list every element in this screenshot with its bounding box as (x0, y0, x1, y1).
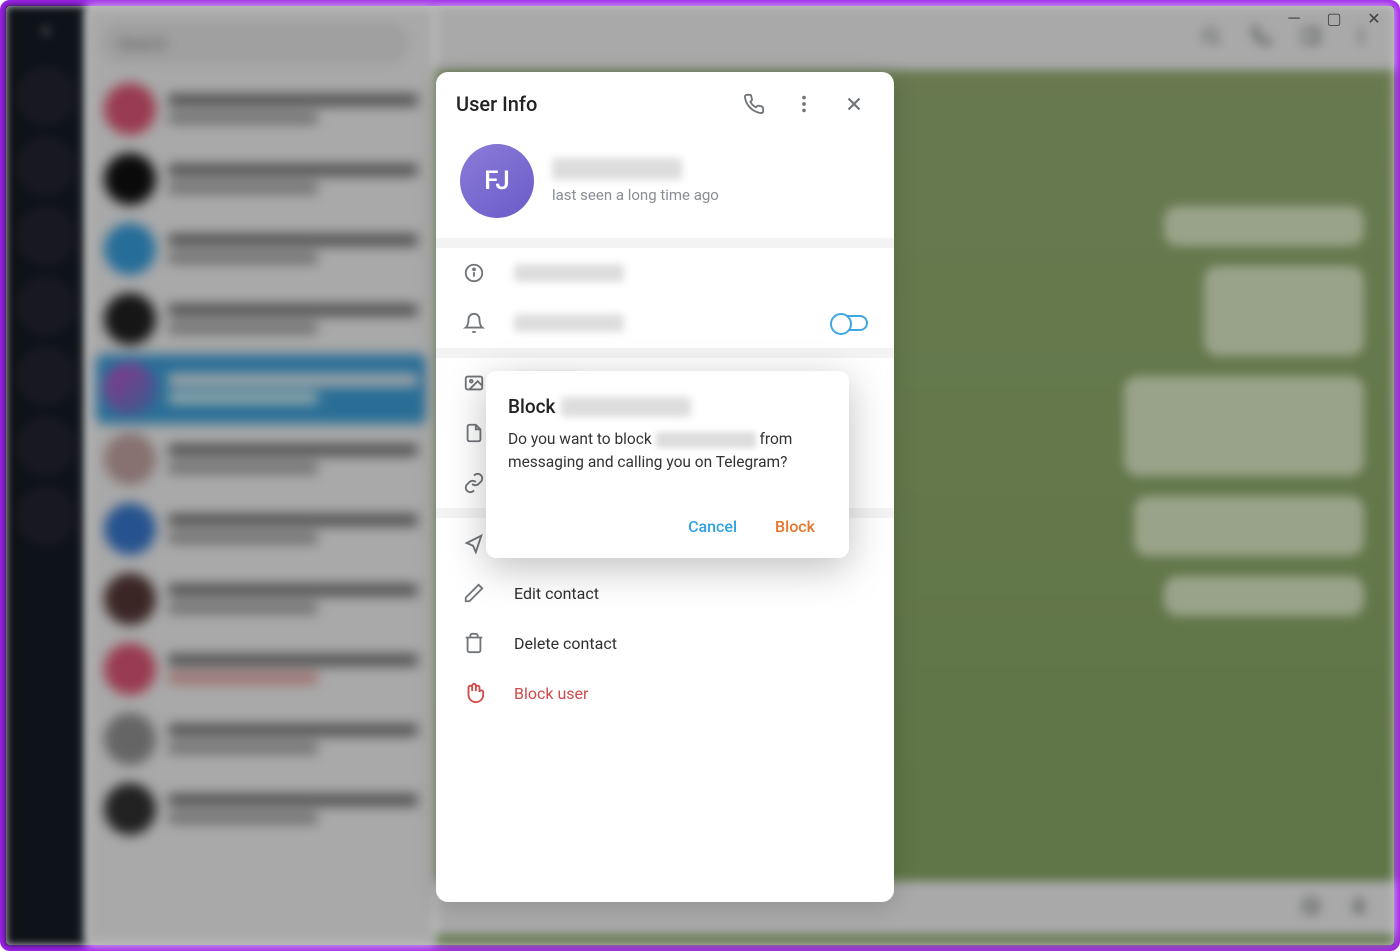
profile-status: last seen a long time ago (552, 186, 719, 204)
search-icon[interactable] (1200, 25, 1222, 51)
dialog-title: Block (508, 395, 827, 418)
delete-label: Delete contact (514, 634, 617, 653)
chat-item[interactable] (96, 74, 426, 144)
chat-item[interactable] (96, 564, 426, 634)
call-icon[interactable] (1250, 25, 1272, 51)
chat-item[interactable] (96, 494, 426, 564)
delete-contact-row[interactable]: Delete contact (436, 618, 894, 668)
edit-label: Edit contact (514, 584, 599, 603)
redacted-name (656, 432, 756, 448)
maximize-button[interactable]: ▢ (1326, 10, 1342, 26)
trash-icon (462, 632, 486, 654)
redacted-name (561, 397, 691, 417)
dialog-body: Do you want to block from messaging and … (508, 428, 827, 475)
link-icon (462, 472, 486, 494)
more-icon[interactable] (784, 84, 824, 124)
microphone-icon[interactable] (1348, 895, 1370, 921)
edit-contact-row[interactable]: Edit contact (436, 568, 894, 618)
notifications-toggle[interactable] (832, 315, 868, 331)
chat-item[interactable] (96, 634, 426, 704)
block-button[interactable]: Block (763, 509, 827, 544)
file-icon (462, 422, 486, 444)
chat-item[interactable] (96, 774, 426, 844)
info-icon (462, 262, 486, 284)
share-icon (462, 532, 486, 554)
bell-icon (462, 312, 486, 334)
search-input[interactable] (100, 22, 410, 64)
call-icon[interactable] (734, 84, 774, 124)
block-user-row[interactable]: Block user (436, 668, 894, 718)
sidepanel-icon[interactable] (1300, 25, 1322, 51)
nav-rail: ≡ (6, 6, 86, 945)
window-controls: ─ ▢ ✕ (1286, 10, 1382, 26)
profile-name-redacted (552, 158, 682, 180)
chat-item-selected[interactable] (96, 354, 426, 424)
chat-list (86, 6, 436, 945)
pencil-icon (462, 582, 486, 604)
minimize-button[interactable]: ─ (1286, 10, 1302, 26)
chat-item[interactable] (96, 424, 426, 494)
block-label: Block user (514, 684, 588, 703)
cancel-button[interactable]: Cancel (676, 509, 749, 544)
chat-top-bar (436, 6, 1394, 70)
close-icon[interactable] (834, 84, 874, 124)
emoji-icon[interactable] (1300, 895, 1322, 921)
hamburger-icon[interactable]: ≡ (40, 18, 53, 44)
more-icon[interactable] (1350, 25, 1372, 51)
profile-avatar[interactable]: FJ (460, 144, 534, 218)
info-row (436, 248, 894, 298)
image-icon (462, 372, 486, 394)
hand-icon (462, 682, 486, 704)
chat-item[interactable] (96, 144, 426, 214)
chat-item[interactable] (96, 704, 426, 774)
close-button[interactable]: ✕ (1366, 10, 1382, 26)
notifications-row[interactable] (436, 298, 894, 348)
chat-item[interactable] (96, 284, 426, 354)
panel-title: User Info (456, 92, 724, 116)
block-confirm-dialog: Block Do you want to block from messagin… (486, 371, 849, 558)
chat-item[interactable] (96, 214, 426, 284)
